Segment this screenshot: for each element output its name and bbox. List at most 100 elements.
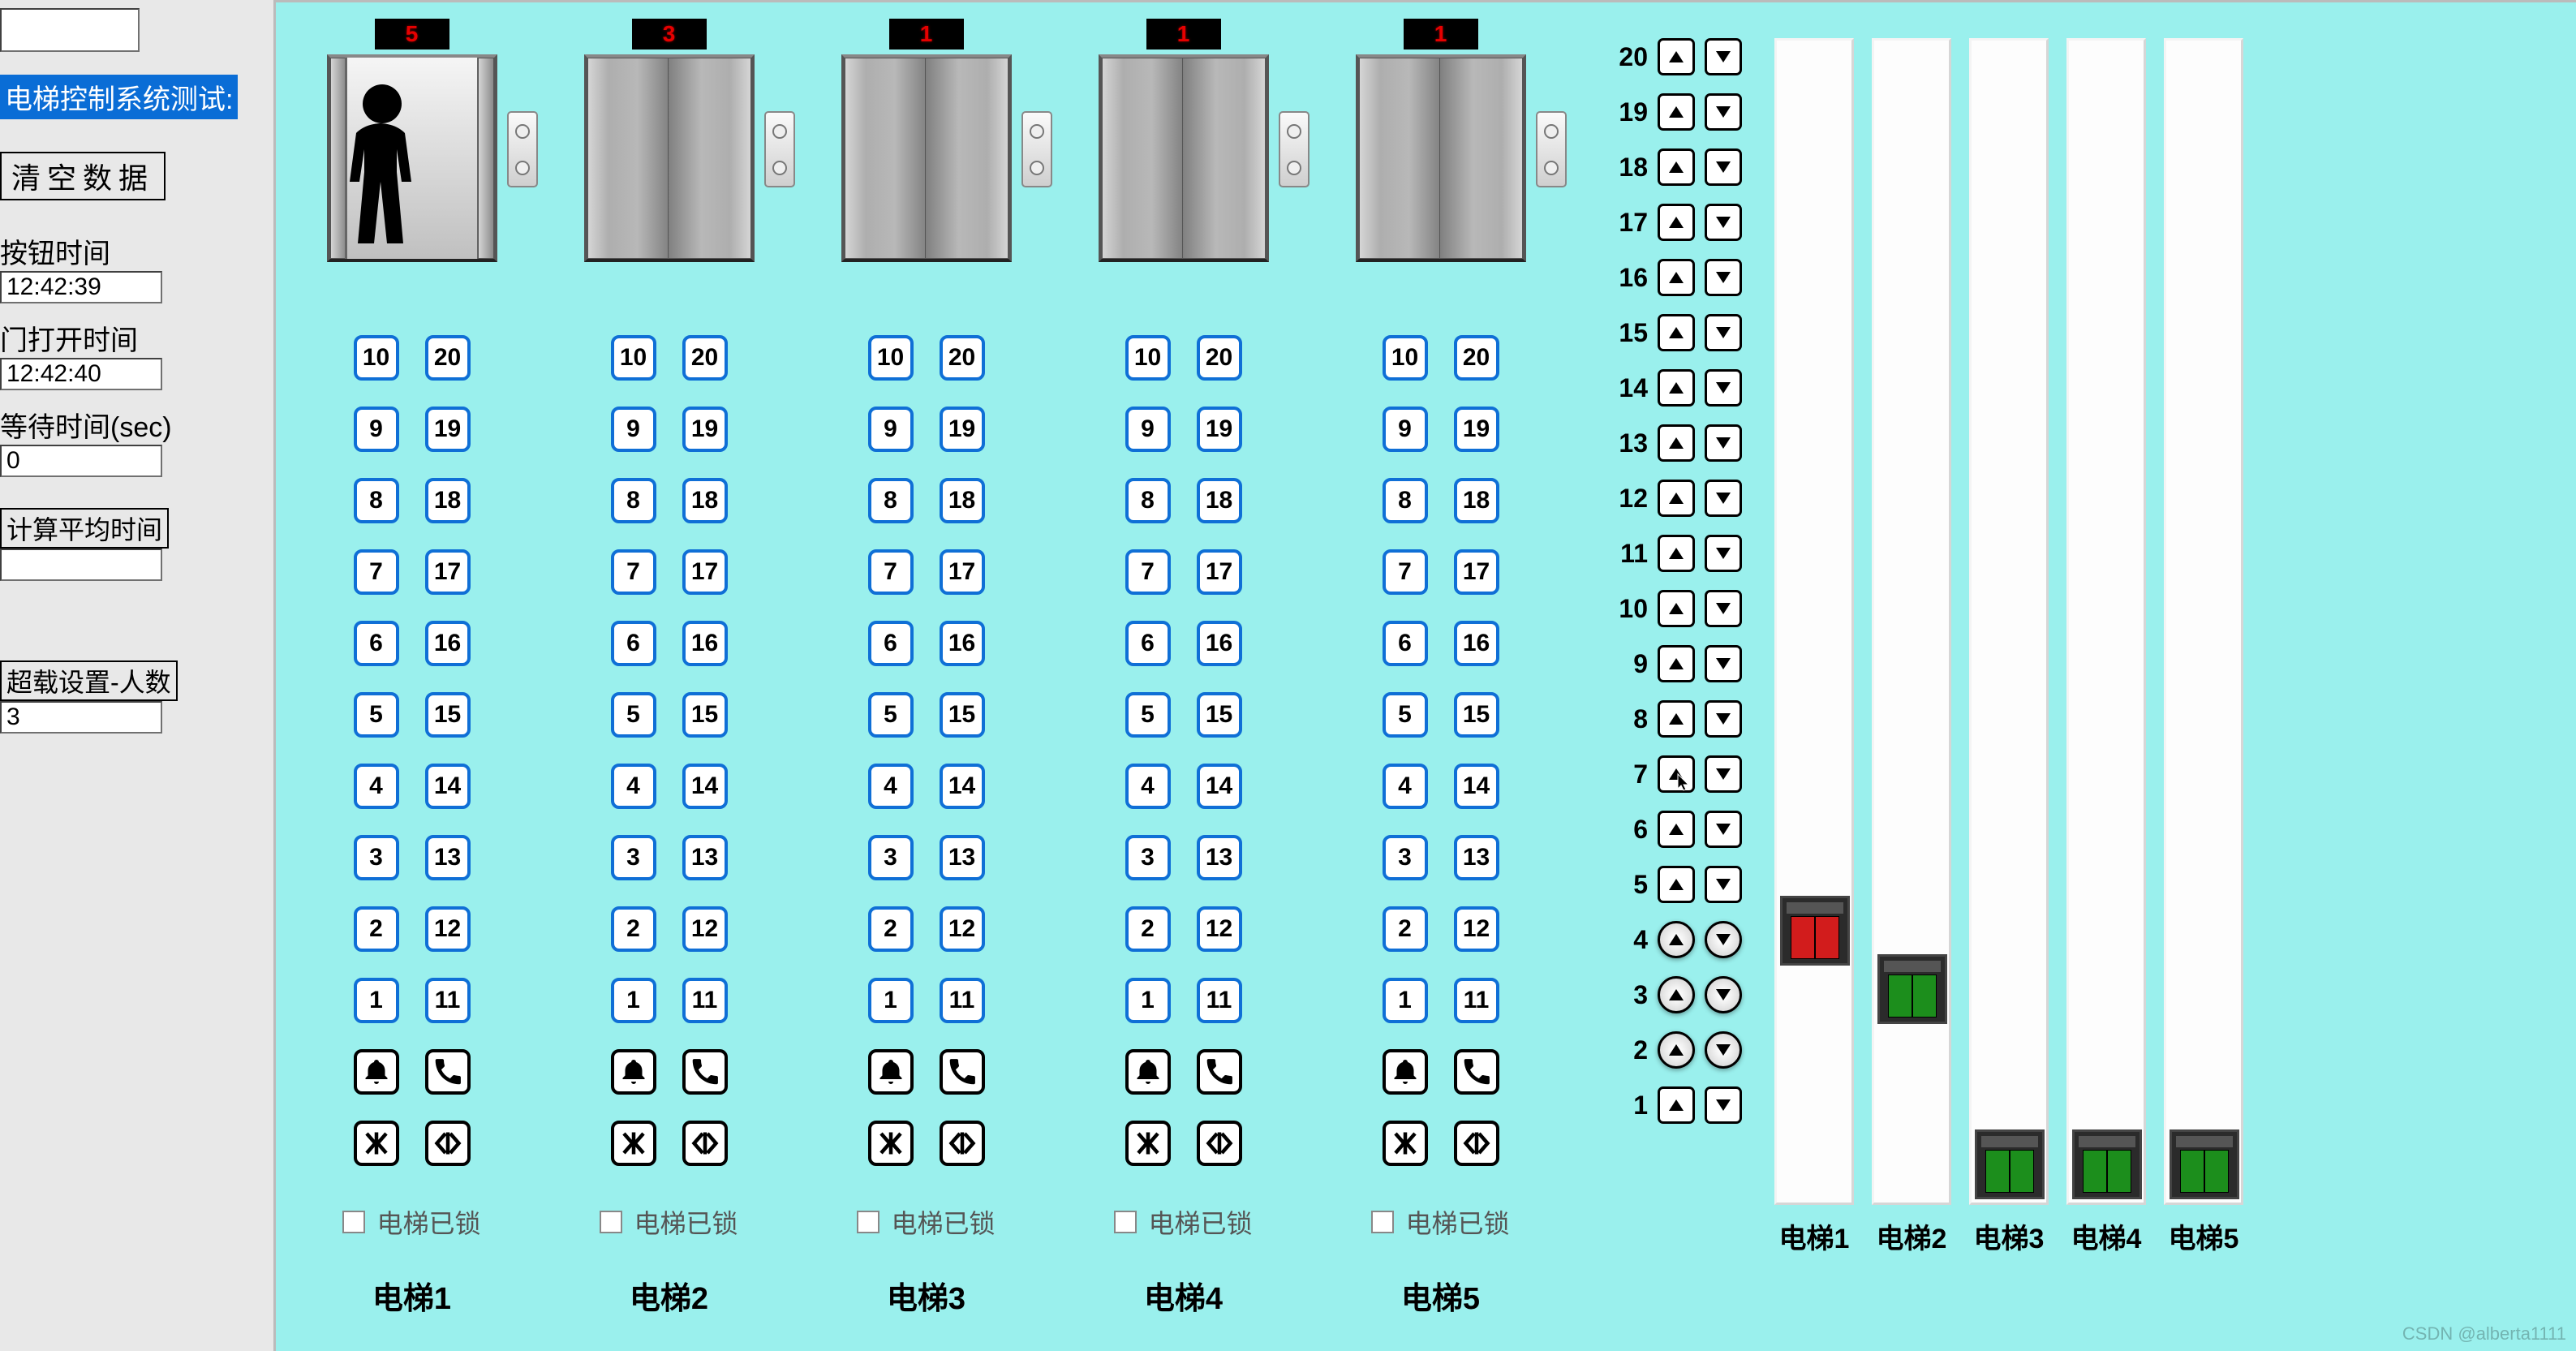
phone-icon[interactable] — [1454, 1049, 1499, 1095]
elevator-locked-checkbox[interactable] — [1114, 1211, 1137, 1233]
inside-floor-button-14[interactable]: 14 — [1197, 764, 1242, 809]
inside-floor-button-8[interactable]: 8 — [354, 478, 399, 523]
hall-up-dot[interactable] — [772, 124, 787, 139]
inside-floor-button-11[interactable]: 11 — [682, 978, 728, 1023]
inside-floor-button-19[interactable]: 19 — [1197, 407, 1242, 452]
hall-down-button-8[interactable] — [1705, 700, 1742, 738]
inside-floor-button-11[interactable]: 11 — [940, 978, 985, 1023]
inside-floor-button-15[interactable]: 15 — [425, 692, 471, 738]
hall-down-button-14[interactable] — [1705, 369, 1742, 407]
hall-down-button-3[interactable] — [1705, 976, 1742, 1013]
hall-up-button-9[interactable] — [1658, 645, 1695, 682]
inside-floor-button-6[interactable]: 6 — [1383, 621, 1428, 666]
inside-floor-button-19[interactable]: 19 — [425, 407, 471, 452]
inside-floor-button-6[interactable]: 6 — [611, 621, 656, 666]
door-open-button[interactable] — [425, 1121, 471, 1166]
inside-floor-button-20[interactable]: 20 — [940, 335, 985, 381]
door-open-button[interactable] — [682, 1121, 728, 1166]
inside-floor-button-15[interactable]: 15 — [1454, 692, 1499, 738]
inside-floor-button-6[interactable]: 6 — [1125, 621, 1171, 666]
inside-floor-button-8[interactable]: 8 — [1383, 478, 1428, 523]
hall-down-button-10[interactable] — [1705, 590, 1742, 627]
inside-floor-button-14[interactable]: 14 — [940, 764, 985, 809]
hall-call-mini-panel[interactable] — [1279, 111, 1310, 187]
door-close-button[interactable] — [1383, 1121, 1428, 1166]
inside-floor-button-9[interactable]: 9 — [1383, 407, 1428, 452]
hall-up-button-14[interactable] — [1658, 369, 1695, 407]
inside-floor-button-17[interactable]: 17 — [940, 549, 985, 595]
avg-field[interactable] — [0, 549, 162, 581]
bell-icon[interactable] — [611, 1049, 656, 1095]
hall-up-dot[interactable] — [1030, 124, 1044, 139]
inside-floor-button-16[interactable]: 16 — [425, 621, 471, 666]
inside-floor-button-19[interactable]: 19 — [682, 407, 728, 452]
phone-icon[interactable] — [682, 1049, 728, 1095]
inside-floor-button-18[interactable]: 18 — [425, 478, 471, 523]
inside-floor-button-4[interactable]: 4 — [354, 764, 399, 809]
inside-floor-button-8[interactable]: 8 — [611, 478, 656, 523]
inside-floor-button-14[interactable]: 14 — [425, 764, 471, 809]
hall-up-button-12[interactable] — [1658, 480, 1695, 517]
inside-floor-button-8[interactable]: 8 — [1125, 478, 1171, 523]
hall-call-mini-panel[interactable] — [1536, 111, 1567, 187]
hall-up-dot[interactable] — [1287, 124, 1301, 139]
hall-down-dot[interactable] — [1287, 161, 1301, 175]
inside-floor-button-10[interactable]: 10 — [354, 335, 399, 381]
hall-up-button-11[interactable] — [1658, 535, 1695, 572]
hall-up-button-17[interactable] — [1658, 204, 1695, 241]
inside-floor-button-5[interactable]: 5 — [611, 692, 656, 738]
inside-floor-button-17[interactable]: 17 — [425, 549, 471, 595]
door-open-button[interactable] — [1197, 1121, 1242, 1166]
hall-down-button-17[interactable] — [1705, 204, 1742, 241]
door-close-button[interactable] — [868, 1121, 914, 1166]
hall-down-button-1[interactable] — [1705, 1086, 1742, 1124]
hall-up-button-10[interactable] — [1658, 590, 1695, 627]
hall-up-button-1[interactable] — [1658, 1086, 1695, 1124]
inside-floor-button-20[interactable]: 20 — [1454, 335, 1499, 381]
hall-down-button-20[interactable] — [1705, 38, 1742, 75]
elevator-locked-checkbox[interactable] — [600, 1211, 622, 1233]
inside-floor-button-11[interactable]: 11 — [1454, 978, 1499, 1023]
inside-floor-button-17[interactable]: 17 — [1197, 549, 1242, 595]
hall-down-button-16[interactable] — [1705, 259, 1742, 296]
inside-floor-button-10[interactable]: 10 — [868, 335, 914, 381]
hall-down-button-19[interactable] — [1705, 93, 1742, 131]
door-open-button[interactable] — [1454, 1121, 1499, 1166]
inside-floor-button-1[interactable]: 1 — [1383, 978, 1428, 1023]
hall-call-mini-panel[interactable] — [507, 111, 538, 187]
inside-floor-button-1[interactable]: 1 — [354, 978, 399, 1023]
inside-floor-button-14[interactable]: 14 — [682, 764, 728, 809]
inside-floor-button-3[interactable]: 3 — [868, 835, 914, 880]
hall-down-dot[interactable] — [1544, 161, 1559, 175]
compute-avg-button[interactable]: 计算平均时间 — [0, 508, 169, 549]
inside-floor-button-12[interactable]: 12 — [940, 906, 985, 952]
hall-down-button-9[interactable] — [1705, 645, 1742, 682]
inside-floor-button-17[interactable]: 17 — [1454, 549, 1499, 595]
inside-floor-button-5[interactable]: 5 — [1383, 692, 1428, 738]
inside-floor-button-19[interactable]: 19 — [1454, 407, 1499, 452]
overload-field[interactable]: 3 — [0, 701, 162, 734]
door-close-button[interactable] — [354, 1121, 399, 1166]
inside-floor-button-11[interactable]: 11 — [1197, 978, 1242, 1023]
clear-data-button[interactable]: 清空数据 — [3, 155, 162, 197]
elevator-locked-checkbox[interactable] — [342, 1211, 365, 1233]
hall-up-dot[interactable] — [1544, 124, 1559, 139]
hall-down-dot[interactable] — [1030, 161, 1044, 175]
inside-floor-button-13[interactable]: 13 — [1454, 835, 1499, 880]
inside-floor-button-13[interactable]: 13 — [940, 835, 985, 880]
inside-floor-button-18[interactable]: 18 — [1197, 478, 1242, 523]
inside-floor-button-3[interactable]: 3 — [1383, 835, 1428, 880]
elevator-locked-checkbox[interactable] — [857, 1211, 879, 1233]
inside-floor-button-10[interactable]: 10 — [1383, 335, 1428, 381]
inside-floor-button-16[interactable]: 16 — [1197, 621, 1242, 666]
inside-floor-button-4[interactable]: 4 — [1125, 764, 1171, 809]
phone-icon[interactable] — [1197, 1049, 1242, 1095]
hall-up-button-3[interactable] — [1658, 976, 1695, 1013]
overload-label-button[interactable]: 超载设置-人数 — [0, 660, 178, 701]
inside-floor-button-6[interactable]: 6 — [868, 621, 914, 666]
inside-floor-button-2[interactable]: 2 — [611, 906, 656, 952]
inside-floor-button-3[interactable]: 3 — [354, 835, 399, 880]
inside-floor-button-2[interactable]: 2 — [868, 906, 914, 952]
hall-down-button-11[interactable] — [1705, 535, 1742, 572]
hall-down-button-12[interactable] — [1705, 480, 1742, 517]
